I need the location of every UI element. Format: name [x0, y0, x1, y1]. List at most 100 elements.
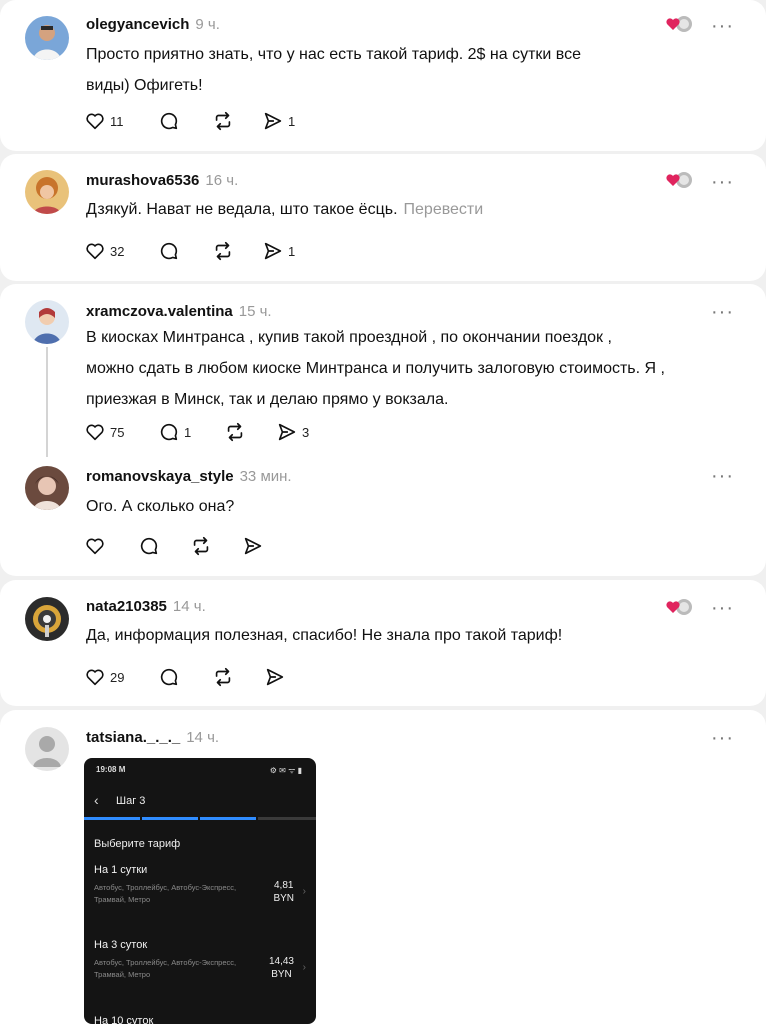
send-icon [266, 668, 284, 686]
like-count: 32 [110, 243, 125, 259]
like-count: 11 [110, 113, 124, 129]
avatar[interactable] [25, 597, 69, 641]
share-count: 1 [288, 113, 296, 129]
comment-header: olegyancevich 9 ч. [86, 16, 220, 33]
heart-icon [86, 538, 104, 555]
send-icon [264, 112, 282, 130]
heart-icon [86, 424, 104, 441]
progress-segment [258, 817, 316, 820]
username[interactable]: olegyancevich [86, 16, 189, 33]
comment-icon [160, 668, 178, 686]
username[interactable]: romanovskaya_style [86, 468, 234, 485]
share-count: 3 [302, 424, 310, 440]
avatar-placeholder[interactable] [25, 727, 69, 771]
reply-button[interactable] [158, 665, 180, 689]
comment-card: nata210385 14 ч. ··· Да, информация полез… [0, 580, 766, 706]
comment-text: В киосках Минтранса , купив такой проезд… [86, 329, 665, 408]
send-icon [264, 242, 282, 260]
like-button[interactable]: 29 [84, 665, 124, 689]
tariff-name: На 10 суток [94, 1015, 154, 1024]
share-button[interactable] [242, 534, 264, 558]
repost-icon [193, 536, 209, 556]
progress-segment [142, 817, 198, 820]
more-options-icon[interactable]: ··· [711, 598, 734, 618]
reply-button[interactable] [138, 534, 160, 558]
reply-button[interactable]: 1 [158, 420, 191, 444]
author-liked-icon [664, 597, 694, 617]
comment-text: Просто приятно знать, что у нас есть так… [86, 46, 581, 94]
repost-button[interactable] [224, 420, 246, 444]
more-options-icon[interactable]: ··· [711, 728, 734, 748]
like-button[interactable]: 11 [84, 109, 124, 133]
username[interactable]: tatsiana._._._ [86, 729, 180, 746]
like-button[interactable]: 75 [84, 420, 124, 444]
send-icon [278, 423, 296, 441]
comments-feed: olegyancevich 9 ч. ··· Просто приятно зна… [0, 0, 766, 1024]
more-options-icon[interactable]: ··· [711, 16, 734, 36]
reply-button[interactable] [158, 109, 180, 133]
share-button[interactable]: 1 [262, 109, 295, 133]
repost-icon [215, 241, 231, 261]
comment-icon [160, 423, 178, 441]
comment-header: nata210385 14 ч. [86, 598, 206, 615]
more-options-icon[interactable]: ··· [711, 466, 734, 486]
share-button[interactable]: 3 [276, 420, 309, 444]
heart-icon [86, 669, 104, 686]
like-button[interactable]: 32 [84, 239, 124, 263]
timestamp[interactable]: 14 ч. [186, 729, 219, 746]
comment-text: Дзякуй. Нават не ведала, што такое ёсць.… [86, 201, 484, 218]
like-count: 75 [110, 424, 125, 440]
thread-line [46, 347, 48, 457]
timestamp[interactable]: 16 ч. [205, 172, 238, 189]
tariff-name: На 1 сутки [94, 864, 148, 876]
like-button[interactable] [84, 534, 106, 558]
timestamp[interactable]: 15 ч. [239, 303, 272, 320]
attached-image[interactable]: 19:08 M ⚙ ✉ ᯤ ▮ ‹ Шаг 3 Выберите тариф Н… [84, 758, 316, 1024]
comment-card: olegyancevich 9 ч. ··· Просто приятно зна… [0, 0, 766, 151]
share-button[interactable]: 1 [262, 239, 295, 263]
translate-link[interactable]: Перевести [404, 201, 484, 218]
repost-icon [227, 422, 243, 442]
progress-segment [200, 817, 256, 820]
username[interactable]: nata210385 [86, 598, 167, 615]
avatar[interactable] [25, 16, 69, 60]
tariff-description: Автобус, Троллейбус, Автобус-Экспресс, Т… [94, 958, 237, 979]
more-options-icon[interactable]: ··· [711, 302, 734, 322]
tariff-price: 14,43 BYN [268, 956, 294, 980]
comment-header: xramczova.valentina 15 ч. [86, 303, 272, 320]
back-icon: ‹ [94, 792, 99, 808]
comment-thread-card: xramczova.valentina 15 ч. ··· В киосках М… [0, 284, 766, 576]
comment-icon [160, 112, 178, 130]
chevron-right-icon: › [302, 886, 306, 897]
timestamp[interactable]: 14 ч. [173, 598, 206, 615]
avatar[interactable] [25, 170, 69, 214]
timestamp[interactable]: 33 мин. [240, 468, 292, 485]
heart-icon [86, 243, 104, 260]
share-count: 1 [288, 243, 296, 259]
repost-button[interactable] [212, 665, 234, 689]
author-liked-icon [664, 170, 694, 190]
comment-header: murashova6536 16 ч. [86, 172, 238, 189]
heart-icon [86, 113, 104, 130]
avatar[interactable] [25, 466, 69, 510]
comment-header: tatsiana._._._ 14 ч. [86, 729, 219, 746]
timestamp[interactable]: 9 ч. [195, 16, 220, 33]
share-button[interactable] [264, 665, 286, 689]
avatar[interactable] [25, 300, 69, 344]
send-icon [244, 537, 262, 555]
more-options-icon[interactable]: ··· [711, 172, 734, 192]
tariff-price: 4,81 BYN [273, 880, 294, 904]
repost-button[interactable] [212, 239, 234, 263]
repost-button[interactable] [190, 534, 212, 558]
comment-header: romanovskaya_style 33 мин. [86, 468, 292, 485]
progress-segment [84, 817, 140, 820]
username[interactable]: xramczova.valentina [86, 303, 233, 320]
tariff-description: Автобус, Троллейбус, Автобус-Экспресс, Т… [94, 883, 237, 904]
author-liked-icon [664, 14, 694, 34]
comment-text: Ого. А сколько она? [86, 498, 235, 515]
username[interactable]: murashova6536 [86, 172, 199, 189]
tariff-name: На 3 суток [94, 939, 148, 951]
repost-button[interactable] [212, 109, 234, 133]
reply-button[interactable] [158, 239, 180, 263]
like-count: 29 [110, 669, 125, 685]
